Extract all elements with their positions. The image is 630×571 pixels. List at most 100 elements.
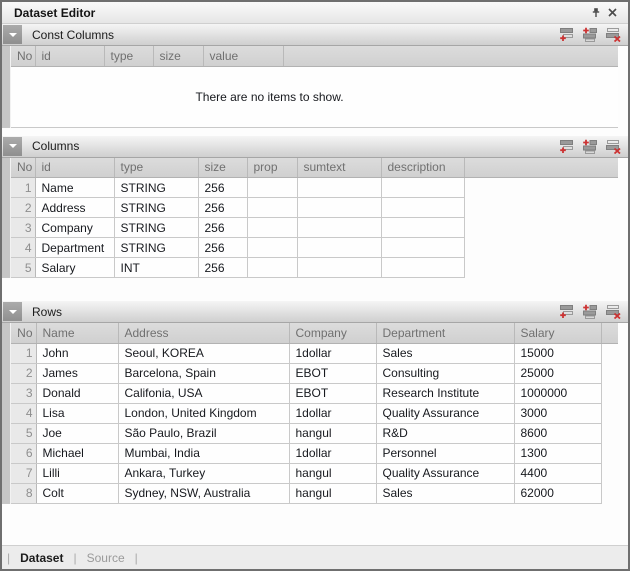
data-cell[interactable]: Salary	[35, 258, 114, 278]
row-number-cell[interactable]: 5	[11, 423, 36, 443]
data-cell[interactable]	[381, 258, 464, 278]
row-number-cell[interactable]: 1	[11, 178, 35, 198]
data-cell[interactable]: hangul	[289, 463, 376, 483]
data-cell[interactable]: Mumbai, India	[118, 443, 289, 463]
data-cell[interactable]: 1300	[514, 443, 601, 463]
delete-row-icon[interactable]	[605, 139, 621, 154]
data-cell[interactable]: Quality Assurance	[376, 403, 514, 423]
data-cell[interactable]: Sales	[376, 343, 514, 363]
data-cell[interactable]: hangul	[289, 423, 376, 443]
row-number-cell[interactable]: 4	[11, 403, 36, 423]
data-cell[interactable]	[381, 198, 464, 218]
data-cell[interactable]: STRING	[114, 198, 198, 218]
data-cell[interactable]: 4400	[514, 463, 601, 483]
close-icon[interactable]	[604, 5, 620, 21]
data-cell[interactable]: Ankara, Turkey	[118, 463, 289, 483]
data-cell[interactable]: Company	[35, 218, 114, 238]
data-cell[interactable]: Sydney, NSW, Australia	[118, 483, 289, 503]
data-cell[interactable]: STRING	[114, 238, 198, 258]
column-header-size[interactable]: size	[153, 46, 203, 66]
data-cell[interactable]: Donald	[36, 383, 118, 403]
data-cell[interactable]: hangul	[289, 483, 376, 503]
data-cell[interactable]	[297, 198, 381, 218]
row-number-cell[interactable]: 2	[11, 198, 35, 218]
column-header-salary[interactable]: Salary	[514, 323, 601, 343]
column-header-company[interactable]: Company	[289, 323, 376, 343]
data-cell[interactable]	[247, 218, 297, 238]
column-header-size[interactable]: size	[198, 158, 247, 178]
insert-row-icon[interactable]	[582, 304, 598, 319]
column-header-type[interactable]: type	[104, 46, 153, 66]
row-number-cell[interactable]: 8	[11, 483, 36, 503]
data-cell[interactable]: Address	[35, 198, 114, 218]
data-cell[interactable]: James	[36, 363, 118, 383]
tab-source[interactable]: Source	[87, 551, 125, 565]
column-header-department[interactable]: Department	[376, 323, 514, 343]
add-row-icon[interactable]	[559, 139, 575, 154]
data-cell[interactable]: São Paulo, Brazil	[118, 423, 289, 443]
row-number-cell[interactable]: 3	[11, 218, 35, 238]
data-cell[interactable]: Joe	[36, 423, 118, 443]
column-header-sumtext[interactable]: sumtext	[297, 158, 381, 178]
data-cell[interactable]: 3000	[514, 403, 601, 423]
data-cell[interactable]	[297, 218, 381, 238]
collapse-icon[interactable]	[3, 25, 22, 44]
delete-row-icon[interactable]	[605, 27, 621, 42]
data-cell[interactable]: 62000	[514, 483, 601, 503]
data-cell[interactable]: 256	[198, 258, 247, 278]
data-cell[interactable]	[247, 258, 297, 278]
data-cell[interactable]: STRING	[114, 178, 198, 198]
data-cell[interactable]: 1dollar	[289, 443, 376, 463]
column-header-address[interactable]: Address	[118, 323, 289, 343]
insert-row-icon[interactable]	[582, 139, 598, 154]
data-cell[interactable]	[297, 258, 381, 278]
row-number-cell[interactable]: 2	[11, 363, 36, 383]
data-cell[interactable]: EBOT	[289, 383, 376, 403]
collapse-icon[interactable]	[3, 137, 22, 156]
insert-row-icon[interactable]	[582, 27, 598, 42]
column-header-no[interactable]: No	[11, 323, 36, 343]
data-cell[interactable]: Research Institute	[376, 383, 514, 403]
column-header-no[interactable]: No	[11, 158, 35, 178]
data-cell[interactable]: 256	[198, 178, 247, 198]
column-header-value[interactable]: value	[203, 46, 283, 66]
data-cell[interactable]: 256	[198, 218, 247, 238]
data-cell[interactable]: John	[36, 343, 118, 363]
data-cell[interactable]: R&D	[376, 423, 514, 443]
column-header-description[interactable]: description	[381, 158, 464, 178]
data-cell[interactable]: Seoul, KOREA	[118, 343, 289, 363]
column-header-id[interactable]: id	[35, 46, 104, 66]
data-cell[interactable]: 25000	[514, 363, 601, 383]
data-cell[interactable]: Consulting	[376, 363, 514, 383]
data-cell[interactable]	[247, 238, 297, 258]
data-cell[interactable]: 1dollar	[289, 343, 376, 363]
data-cell[interactable]	[247, 178, 297, 198]
row-number-cell[interactable]: 3	[11, 383, 36, 403]
column-header-type[interactable]: type	[114, 158, 198, 178]
tab-dataset[interactable]: Dataset	[20, 551, 63, 565]
column-header-prop[interactable]: prop	[247, 158, 297, 178]
data-cell[interactable]: Sales	[376, 483, 514, 503]
data-cell[interactable]: Califonia, USA	[118, 383, 289, 403]
row-number-cell[interactable]: 6	[11, 443, 36, 463]
data-cell[interactable]: Colt	[36, 483, 118, 503]
data-cell[interactable]	[381, 238, 464, 258]
column-header-id[interactable]: id	[35, 158, 114, 178]
add-row-icon[interactable]	[559, 304, 575, 319]
data-cell[interactable]: Name	[35, 178, 114, 198]
data-cell[interactable]	[297, 178, 381, 198]
data-cell[interactable]: 256	[198, 198, 247, 218]
data-cell[interactable]: Lilli	[36, 463, 118, 483]
row-number-cell[interactable]: 7	[11, 463, 36, 483]
data-cell[interactable]: STRING	[114, 218, 198, 238]
pin-icon[interactable]	[588, 5, 604, 21]
data-cell[interactable]: Barcelona, Spain	[118, 363, 289, 383]
data-cell[interactable]: Department	[35, 238, 114, 258]
data-cell[interactable]	[247, 198, 297, 218]
data-cell[interactable]: Michael	[36, 443, 118, 463]
collapse-icon[interactable]	[3, 302, 22, 321]
column-header-no[interactable]: No	[11, 46, 35, 66]
data-cell[interactable]: 8600	[514, 423, 601, 443]
data-cell[interactable]	[381, 178, 464, 198]
data-cell[interactable]: 15000	[514, 343, 601, 363]
